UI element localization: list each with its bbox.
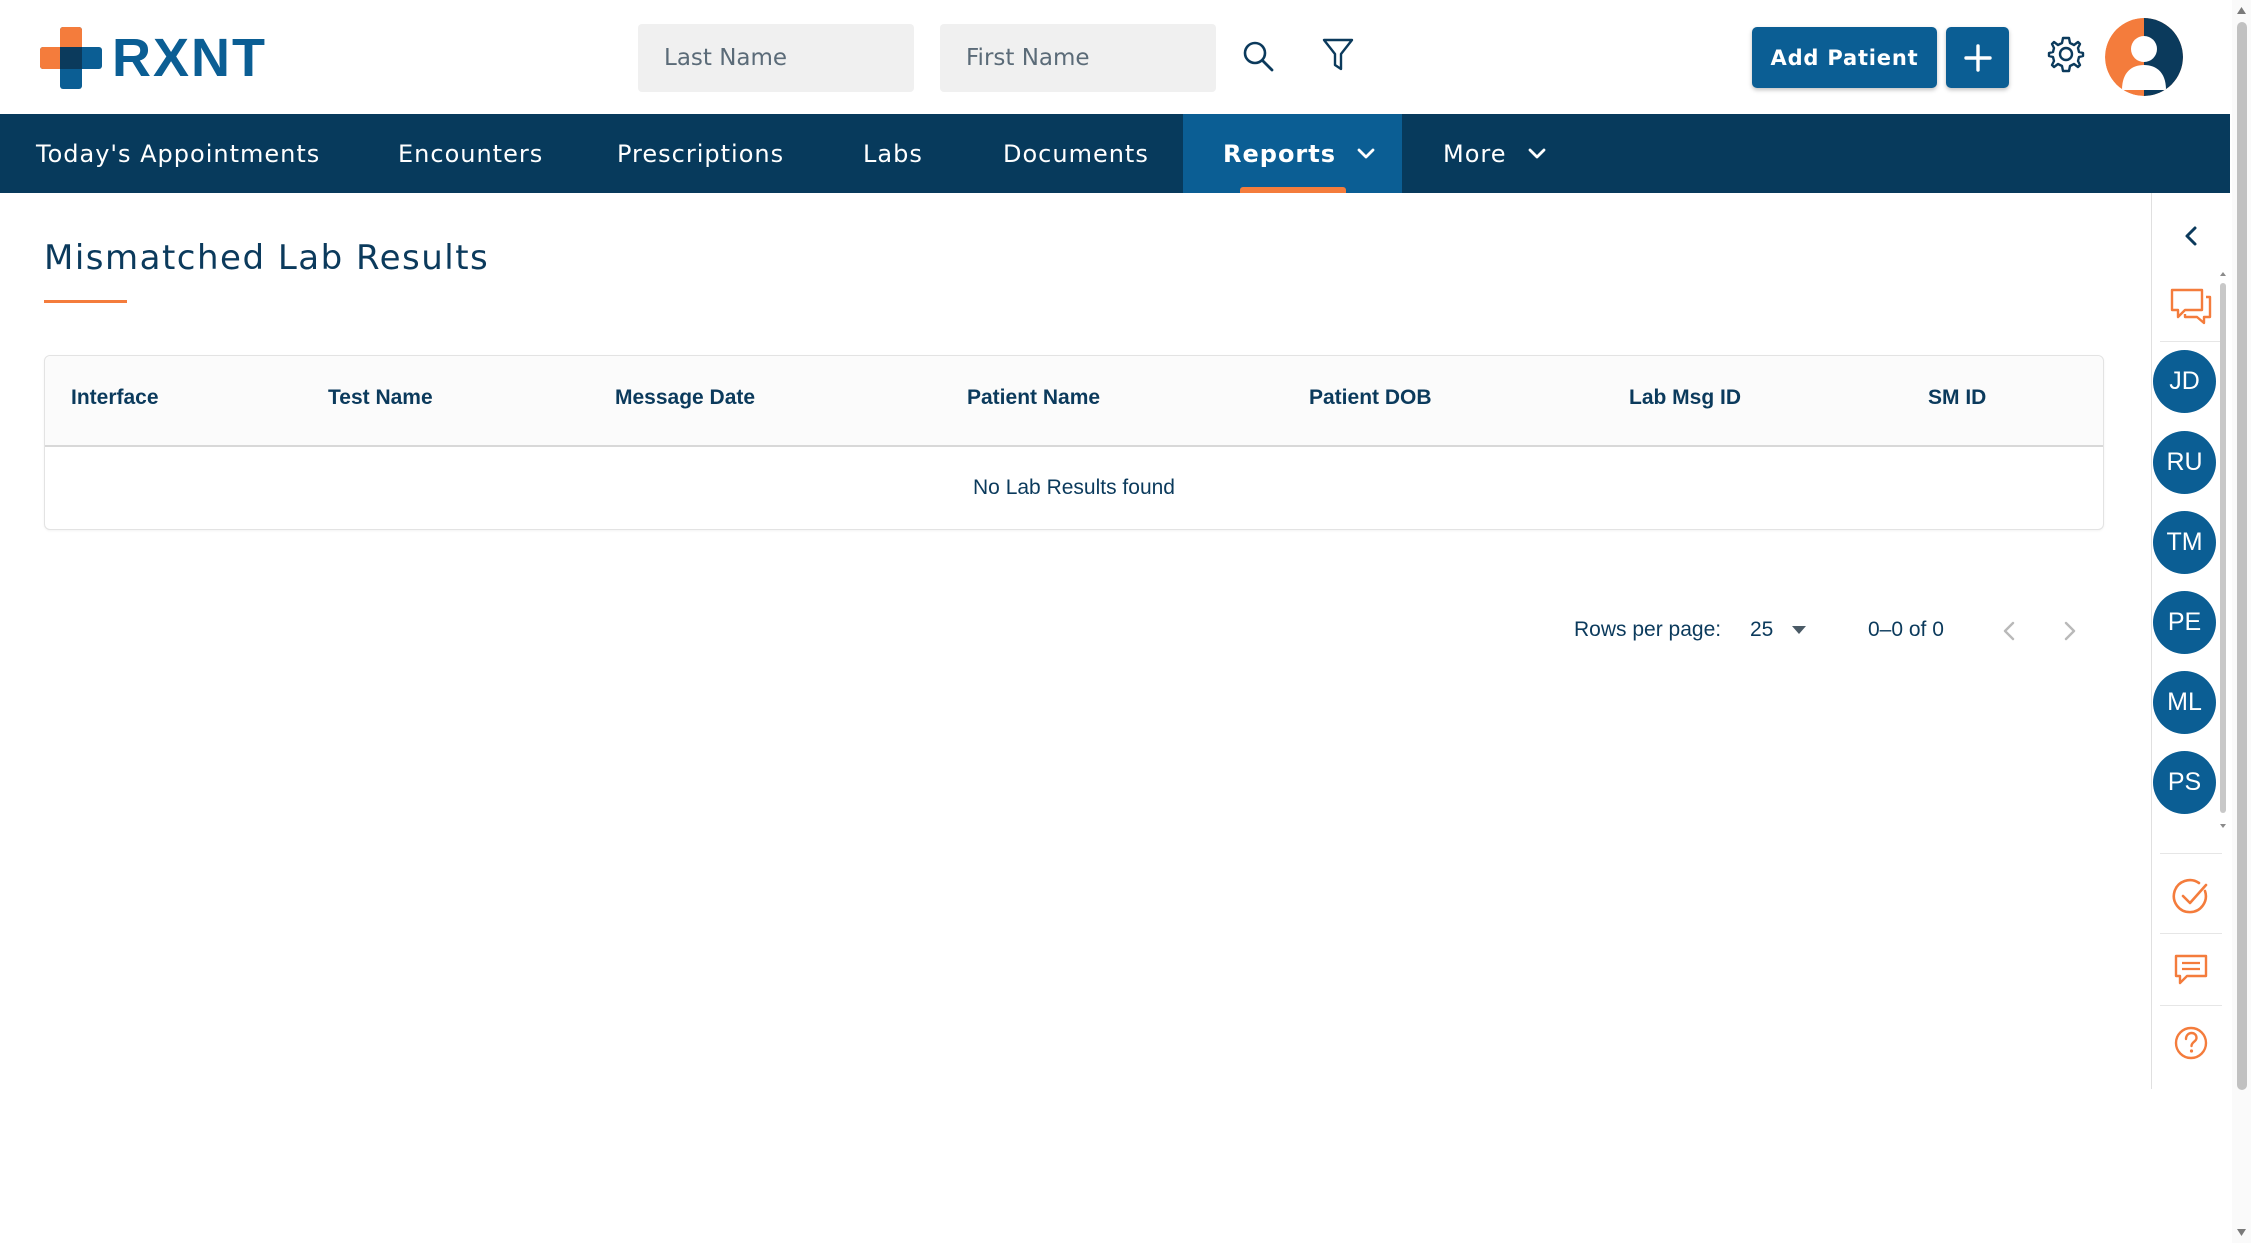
- rxnt-logo-mark-icon: [40, 27, 102, 89]
- nav-label: Prescriptions: [617, 139, 785, 168]
- main-nav: Today's Appointments Encounters Prescrip…: [0, 114, 2230, 193]
- last-name-input[interactable]: [638, 24, 914, 92]
- check-circle-icon[interactable]: [2152, 873, 2230, 921]
- nav-label: Reports: [1223, 139, 1337, 168]
- column-header-test-name[interactable]: Test Name: [328, 386, 433, 410]
- chat-avatar-ru[interactable]: RU: [2153, 431, 2216, 494]
- nav-item-todays-appointments[interactable]: Today's Appointments: [36, 114, 320, 193]
- nav-label: Documents: [1003, 139, 1149, 168]
- rail-divider: [2160, 933, 2222, 934]
- nav-item-more[interactable]: More: [1443, 114, 1547, 193]
- nav-label: More: [1443, 139, 1507, 168]
- chevron-left-icon: [2003, 621, 2015, 641]
- search-icon[interactable]: [1238, 36, 1278, 76]
- chat-avatar-pe[interactable]: PE: [2153, 591, 2216, 654]
- nav-item-documents[interactable]: Documents: [1003, 114, 1149, 193]
- top-header: RXNT Add Patient: [0, 0, 2230, 114]
- page-title: Mismatched Lab Results: [44, 238, 490, 278]
- chevron-right-icon: [2064, 621, 2076, 641]
- lab-results-table: Interface Test Name Message Date Patient…: [44, 355, 2104, 530]
- rail-divider: [2160, 341, 2222, 342]
- filter-icon[interactable]: [1318, 35, 1358, 75]
- rows-per-page-label: Rows per page:: [1574, 618, 1722, 641]
- plus-icon: [1963, 43, 1992, 72]
- user-avatar-icon[interactable]: [2105, 18, 2183, 96]
- rail-divider: [2160, 1005, 2222, 1006]
- gear-icon[interactable]: [2046, 34, 2086, 74]
- chat-avatar-tm[interactable]: TM: [2153, 511, 2216, 574]
- chat-avatar-jd[interactable]: JD: [2153, 350, 2216, 413]
- column-header-interface[interactable]: Interface: [71, 386, 159, 410]
- table-header: Interface Test Name Message Date Patient…: [45, 356, 2103, 447]
- column-header-sm-id[interactable]: SM ID: [1928, 386, 1986, 410]
- next-page-button[interactable]: [2057, 618, 2083, 644]
- help-circle-icon[interactable]: [2152, 1019, 2230, 1067]
- chevron-left-icon: [2185, 226, 2197, 246]
- empty-state-message: No Lab Results found: [973, 476, 1175, 499]
- column-header-patient-name[interactable]: Patient Name: [967, 386, 1100, 410]
- active-tab-indicator: [1240, 187, 1346, 193]
- nav-item-prescriptions[interactable]: Prescriptions: [617, 114, 784, 193]
- chevron-down-icon: [1528, 148, 1545, 158]
- rows-per-page-select[interactable]: 25: [1750, 618, 1807, 642]
- rail-divider: [2160, 853, 2222, 854]
- rxnt-logo[interactable]: RXNT: [40, 27, 267, 89]
- nav-label: Encounters: [398, 139, 544, 168]
- chevron-down-icon: [1357, 148, 1375, 158]
- pagination-range: 0–0 of 0: [1868, 618, 1944, 641]
- first-name-input[interactable]: [940, 24, 1216, 92]
- nav-item-encounters[interactable]: Encounters: [398, 114, 543, 193]
- nav-label: Today's Appointments: [36, 139, 321, 168]
- column-header-patient-dob[interactable]: Patient DOB: [1309, 386, 1432, 410]
- page-scroll-thumb[interactable]: [2237, 22, 2247, 1090]
- add-patient-button[interactable]: Add Patient: [1752, 27, 1937, 88]
- chat-avatar-ml[interactable]: ML: [2153, 671, 2216, 734]
- rows-per-page-value: 25: [1750, 618, 1774, 641]
- chat-avatar-ps[interactable]: PS: [2153, 751, 2216, 814]
- column-header-message-date[interactable]: Message Date: [615, 386, 755, 410]
- rail-scroll-thumb[interactable]: [2220, 283, 2226, 813]
- nav-item-reports[interactable]: Reports: [1183, 114, 1402, 193]
- message-icon[interactable]: [2152, 947, 2230, 993]
- column-header-lab-msg-id[interactable]: Lab Msg ID: [1629, 386, 1741, 410]
- collapse-rail-button[interactable]: [2152, 218, 2230, 254]
- add-button[interactable]: [1946, 27, 2009, 88]
- caret-down-icon: [1792, 626, 1807, 634]
- previous-page-button[interactable]: [1996, 618, 2022, 644]
- logo-text: RXNT: [112, 28, 267, 88]
- title-underline: [44, 300, 127, 303]
- nav-item-labs[interactable]: Labs: [863, 114, 923, 193]
- nav-label: Labs: [863, 139, 923, 168]
